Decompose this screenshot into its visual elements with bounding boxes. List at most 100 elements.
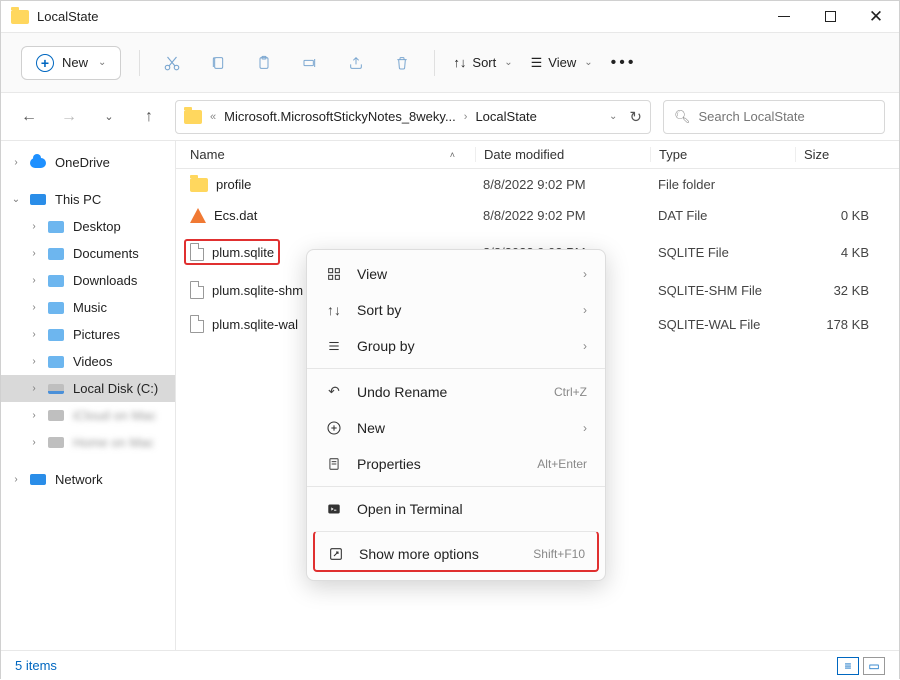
sidebar-item-onedrive[interactable]: › OneDrive xyxy=(1,149,175,176)
sidebar-item-blur1[interactable]: ›iCloud on Mac xyxy=(1,402,175,429)
navigation-pane: › OneDrive ⌄ This PC ›Desktop ›Documents… xyxy=(1,141,176,650)
group-icon xyxy=(325,339,343,353)
new-button-label: New xyxy=(62,55,88,70)
file-size: 178 KB xyxy=(795,317,899,332)
item-count: 5 items xyxy=(15,658,57,673)
col-name-header[interactable]: Name˄ xyxy=(190,147,475,162)
folder-icon xyxy=(184,110,202,124)
ctx-undo[interactable]: ↶ Undo Rename Ctrl+Z xyxy=(307,368,605,410)
sort-icon: ↑↓ xyxy=(325,302,343,318)
chevron-down-icon: ⌄ xyxy=(98,57,106,68)
chevron-right-icon: › xyxy=(583,339,587,353)
ctx-properties[interactable]: Properties Alt+Enter xyxy=(307,446,605,482)
sidebar-label: This PC xyxy=(55,192,101,207)
sidebar-label: Network xyxy=(55,472,103,487)
copy-icon[interactable] xyxy=(204,49,232,77)
sidebar-item-videos[interactable]: ›Videos xyxy=(1,348,175,375)
search-input[interactable] xyxy=(699,109,874,124)
sidebar-item-documents[interactable]: ›Documents xyxy=(1,240,175,267)
titlebar: LocalState ✕ xyxy=(1,1,899,33)
address-bar[interactable]: « Microsoft.MicrosoftStickyNotes_8weky..… xyxy=(175,100,651,134)
file-type: SQLITE-WAL File xyxy=(650,317,795,332)
file-name: Ecs.dat xyxy=(214,208,257,223)
col-size-header[interactable]: Size xyxy=(795,147,899,162)
chevron-down-icon: ⌄ xyxy=(584,57,592,68)
sidebar-label: Downloads xyxy=(73,273,137,288)
recent-button[interactable]: ⌄ xyxy=(95,103,123,131)
history-dropdown-icon[interactable]: ⌄ xyxy=(609,111,617,122)
rename-icon[interactable] xyxy=(296,49,324,77)
sidebar-item-network[interactable]: ›Network xyxy=(1,466,175,493)
view-button[interactable]: ☰ View ⌄ xyxy=(531,55,593,71)
paste-icon[interactable] xyxy=(250,49,278,77)
chevron-right-icon: › xyxy=(583,421,587,435)
breadcrumb-seg1[interactable]: Microsoft.MicrosoftStickyNotes_8weky... xyxy=(224,109,456,124)
sidebar-item-blur2[interactable]: ›Home on Mac xyxy=(1,429,175,456)
col-date-header[interactable]: Date modified xyxy=(475,147,650,162)
sidebar-item-desktop[interactable]: ›Desktop xyxy=(1,213,175,240)
cloud-icon xyxy=(30,158,46,168)
ctx-view[interactable]: View › xyxy=(307,256,605,292)
sort-button[interactable]: ↑↓ Sort ⌄ xyxy=(453,55,512,70)
ctx-groupby[interactable]: Group by › xyxy=(307,328,605,364)
sidebar-label: iCloud on Mac xyxy=(73,408,156,423)
cut-icon[interactable] xyxy=(158,49,186,77)
sidebar-label: Local Disk (C:) xyxy=(73,381,158,396)
sidebar-item-pictures[interactable]: ›Pictures xyxy=(1,321,175,348)
breadcrumb-seg2[interactable]: LocalState xyxy=(475,109,536,124)
sidebar-item-thispc[interactable]: ⌄ This PC xyxy=(1,186,175,213)
file-row[interactable]: Ecs.dat 8/8/2022 9:02 PM DAT File 0 KB xyxy=(176,200,899,231)
sort-indicator-icon: ˄ xyxy=(450,150,455,160)
vlc-icon xyxy=(190,208,206,223)
maximize-button[interactable] xyxy=(807,1,853,33)
search-icon: 🔍︎ xyxy=(674,109,691,125)
disk-icon xyxy=(48,384,64,394)
more-button[interactable]: ••• xyxy=(611,54,637,72)
folder-icon xyxy=(48,221,64,233)
close-button[interactable]: ✕ xyxy=(853,1,899,33)
file-name: plum.sqlite-shm xyxy=(212,283,303,298)
folder-icon xyxy=(48,302,64,314)
address-row: ← → ⌄ ↑ « Microsoft.MicrosoftStickyNotes… xyxy=(1,93,899,141)
file-name: profile xyxy=(216,177,251,192)
properties-icon xyxy=(325,456,343,472)
sort-label: Sort xyxy=(472,55,496,70)
search-box[interactable]: 🔍︎ xyxy=(663,100,885,134)
terminal-icon xyxy=(325,502,343,516)
ctx-showmore[interactable]: Show more options Shift+F10 xyxy=(313,531,599,572)
file-icon xyxy=(190,315,204,333)
sidebar-item-music[interactable]: ›Music xyxy=(1,294,175,321)
share-icon[interactable] xyxy=(342,49,370,77)
ctx-sortby[interactable]: ↑↓ Sort by › xyxy=(307,292,605,328)
toolbar: + New ⌄ ↑↓ Sort ⌄ ☰ View ⌄ ••• xyxy=(1,33,899,93)
up-button[interactable]: ↑ xyxy=(135,103,163,131)
monitor-icon xyxy=(30,194,46,205)
chevron-right-icon: › xyxy=(583,267,587,281)
forward-button[interactable]: → xyxy=(55,103,83,131)
file-row[interactable]: profile 8/8/2022 9:02 PM File folder xyxy=(176,169,899,200)
sidebar-item-localdisk[interactable]: ›Local Disk (C:) xyxy=(1,375,175,402)
ctx-terminal[interactable]: Open in Terminal xyxy=(307,486,605,527)
col-type-header[interactable]: Type xyxy=(650,147,795,162)
folder-icon xyxy=(48,248,64,260)
sidebar-item-downloads[interactable]: ›Downloads xyxy=(1,267,175,294)
sidebar-label: OneDrive xyxy=(55,155,110,170)
delete-icon[interactable] xyxy=(388,49,416,77)
tiles-view-button[interactable]: ▭ xyxy=(863,657,885,675)
chevron-down-icon[interactable]: ⌄ xyxy=(11,194,21,205)
sidebar-label: Music xyxy=(73,300,107,315)
folder-icon xyxy=(48,275,64,287)
details-view-button[interactable]: ≡ xyxy=(837,657,859,675)
back-button[interactable]: ← xyxy=(15,103,43,131)
sidebar-label: Home on Mac xyxy=(73,435,154,450)
new-button[interactable]: + New ⌄ xyxy=(21,46,121,80)
breadcrumb-sep: « xyxy=(210,111,216,123)
window-title: LocalState xyxy=(37,9,98,24)
ctx-new[interactable]: New › xyxy=(307,410,605,446)
minimize-button[interactable] xyxy=(761,1,807,33)
folder-icon xyxy=(48,356,64,368)
file-type: File folder xyxy=(650,177,795,192)
chevron-right-icon[interactable]: › xyxy=(11,157,21,168)
refresh-button[interactable]: ↻ xyxy=(629,108,642,126)
file-list-pane: Name˄ Date modified Type Size profile 8/… xyxy=(176,141,899,650)
